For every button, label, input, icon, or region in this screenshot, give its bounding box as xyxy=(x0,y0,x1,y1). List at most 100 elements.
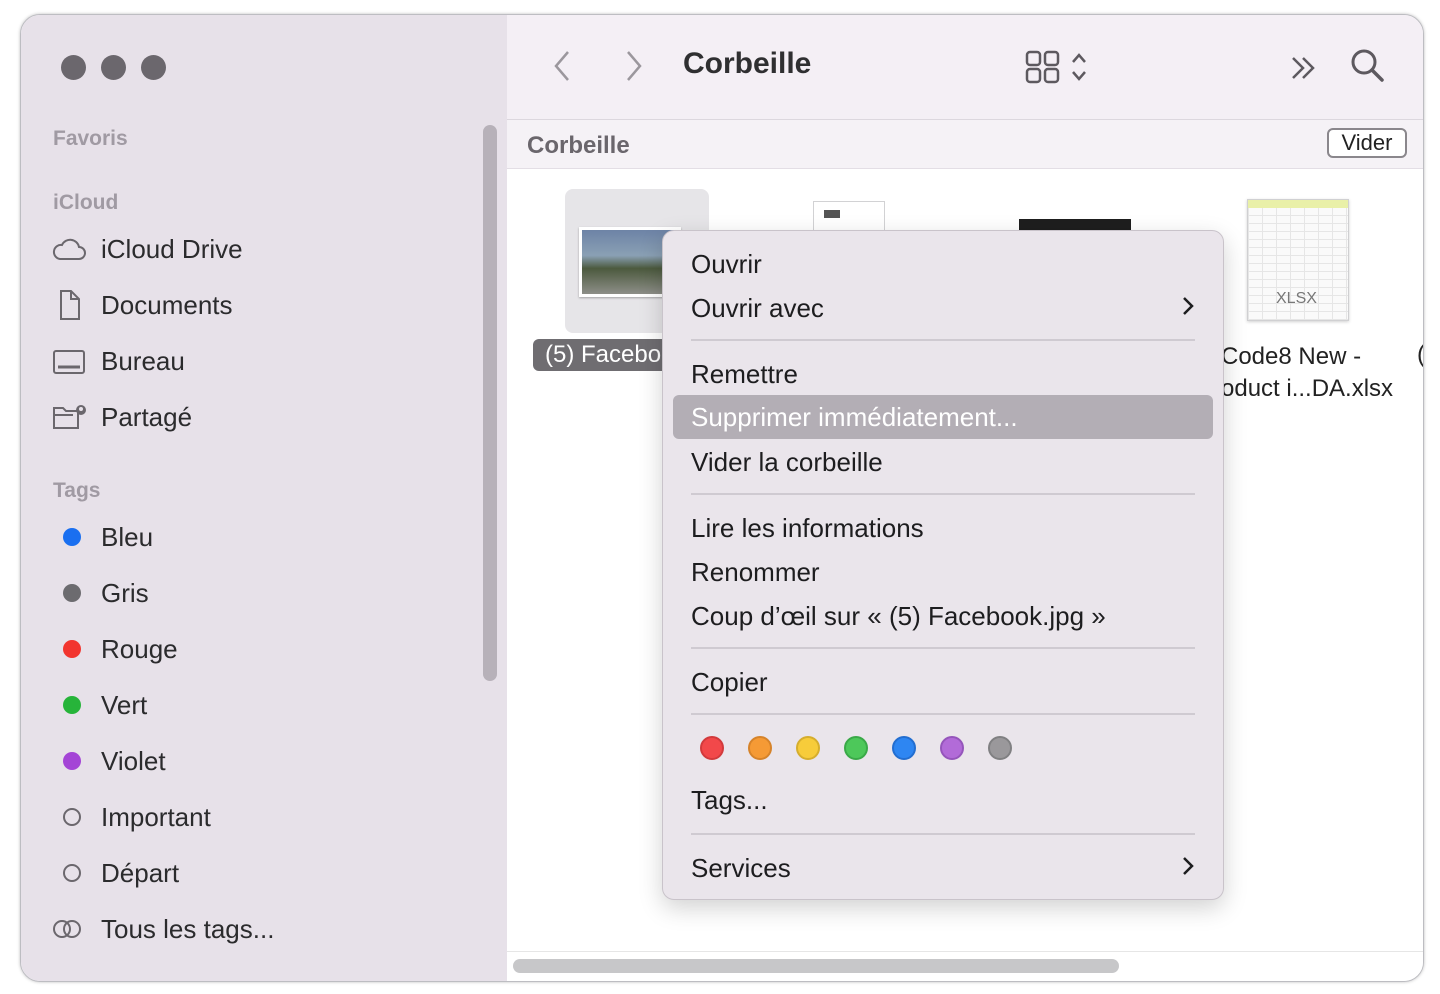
menu-separator xyxy=(691,493,1195,495)
menu-item-label: Lire les informations xyxy=(691,512,924,543)
menu-separator xyxy=(691,339,1195,341)
sidebar-item-label: Vert xyxy=(101,689,148,720)
horizontal-scrollbar[interactable] xyxy=(513,959,1119,973)
zoom-window-button[interactable] xyxy=(141,55,166,80)
sidebar-scrollbar[interactable] xyxy=(483,125,497,681)
menu-item-label: Supprimer immédiatement... xyxy=(691,401,1018,432)
menu-item-services[interactable]: Services xyxy=(691,848,1195,888)
menu-separator xyxy=(691,833,1195,835)
forward-button[interactable] xyxy=(621,49,647,83)
tag-orange-button[interactable] xyxy=(748,736,772,760)
all-tags-icon xyxy=(51,917,91,941)
location-title: Corbeille xyxy=(527,132,630,159)
menu-item-rename[interactable]: Renommer xyxy=(691,552,1195,592)
close-window-button[interactable] xyxy=(61,55,86,80)
sidebar-item-label: Bleu xyxy=(101,521,154,552)
menu-item-label: Vider la corbeille xyxy=(691,446,883,477)
sidebar-item-label: Départ xyxy=(101,857,180,888)
menu-item-open[interactable]: Ouvrir xyxy=(691,244,1195,284)
document-icon xyxy=(51,289,91,321)
tag-green-button[interactable] xyxy=(844,736,868,760)
back-button[interactable] xyxy=(549,49,575,83)
sidebar-item-label: Tous les tags... xyxy=(101,913,275,944)
sidebar-item-icloud-drive[interactable]: iCloud Drive xyxy=(51,229,243,269)
grid-view-icon xyxy=(1025,50,1060,84)
view-mode-button[interactable] xyxy=(1021,49,1093,85)
sidebar-tag-gris[interactable]: Gris xyxy=(51,573,149,613)
sidebar-section-tags[interactable]: Tags xyxy=(53,479,100,503)
search-button[interactable] xyxy=(1349,47,1385,83)
sidebar-item-label: Gris xyxy=(101,577,149,608)
sidebar-all-tags[interactable]: Tous les tags... xyxy=(51,909,274,949)
shared-folder-icon xyxy=(51,402,91,432)
tag-gray-button[interactable] xyxy=(988,736,1012,760)
cloud-icon xyxy=(51,235,91,263)
menu-item-copy[interactable]: Copier xyxy=(691,662,1195,702)
menu-separator xyxy=(691,713,1195,715)
sidebar-item-label: Violet xyxy=(101,745,166,776)
sidebar-item-label: iCloud Drive xyxy=(101,233,243,264)
menu-item-label: Services xyxy=(691,852,791,883)
tag-yellow-button[interactable] xyxy=(796,736,820,760)
toolbar: Corbeille xyxy=(507,15,1423,120)
sidebar-tag-depart[interactable]: Départ xyxy=(51,853,179,893)
file-type-badge: XLSX xyxy=(1276,290,1317,307)
tag-blue-button[interactable] xyxy=(892,736,916,760)
chevron-left-icon xyxy=(554,51,569,81)
menu-item-label: Ouvrir avec xyxy=(691,292,824,323)
tag-color-dot xyxy=(63,696,81,714)
tag-purple-button[interactable] xyxy=(940,736,964,760)
sidebar-item-label: Bureau xyxy=(101,345,185,376)
sidebar-item-label: Important xyxy=(101,801,211,832)
tag-empty-circle-icon xyxy=(63,808,81,826)
xlsx-file-icon: XLSX xyxy=(1247,199,1349,321)
menu-item-put-back[interactable]: Remettre xyxy=(691,354,1195,394)
desktop-icon xyxy=(51,347,91,375)
location-bar: Corbeille Vider xyxy=(507,120,1423,169)
tag-color-dot xyxy=(63,528,81,546)
menu-item-label: Coup d’œil sur « (5) Facebook.jpg » xyxy=(691,600,1106,631)
menu-item-empty-trash[interactable]: Vider la corbeille xyxy=(691,442,1195,482)
menu-item-label: Tags... xyxy=(691,784,768,815)
minimize-window-button[interactable] xyxy=(101,55,126,80)
sidebar-tag-vert[interactable]: Vert xyxy=(51,685,147,725)
menu-item-open-with[interactable]: Ouvrir avec xyxy=(691,288,1195,328)
tag-color-dot xyxy=(63,584,81,602)
menu-item-label: Ouvrir xyxy=(691,248,762,279)
file-name-label: oduct i...DA.xlsx xyxy=(1221,375,1394,402)
chevron-right-icon xyxy=(1181,853,1195,884)
menu-item-delete-immediately[interactable]: Supprimer immédiatement... xyxy=(673,395,1213,439)
sidebar-item-label: Partagé xyxy=(101,401,193,432)
horizontal-scroll-track xyxy=(507,951,1423,952)
sidebar: Favoris iCloud iCloud Drive Documents Bu… xyxy=(21,15,508,981)
menu-item-quick-look[interactable]: Coup d’œil sur « (5) Facebook.jpg » xyxy=(691,596,1195,636)
sidebar-item-label: Documents xyxy=(101,289,233,320)
file-name-label: Code8 New - xyxy=(1221,343,1362,370)
sidebar-tag-bleu[interactable]: Bleu xyxy=(51,517,153,557)
tag-red-button[interactable] xyxy=(700,736,724,760)
chevron-right-icon xyxy=(627,51,642,81)
sidebar-section-icloud[interactable]: iCloud xyxy=(53,191,118,215)
window-title: Corbeille xyxy=(683,47,812,80)
tag-color-dot xyxy=(63,640,81,658)
file-name-label: (5) Facebo xyxy=(533,339,674,371)
sidebar-section-favoris[interactable]: Favoris xyxy=(53,127,128,151)
menu-item-tags[interactable]: Tags... xyxy=(691,780,1195,820)
menu-item-label: Remettre xyxy=(691,358,798,389)
sidebar-tag-important[interactable]: Important xyxy=(51,797,211,837)
double-chevron-right-icon xyxy=(1292,57,1315,79)
tag-empty-circle-icon xyxy=(63,864,81,882)
context-menu: Ouvrir Ouvrir avec Remettre Supprimer im… xyxy=(662,230,1224,900)
more-toolbar-button[interactable] xyxy=(1289,53,1319,83)
file-item-partial[interactable]: ( xyxy=(1417,341,1423,369)
empty-trash-button[interactable]: Vider xyxy=(1327,128,1407,158)
sidebar-item-documents[interactable]: Documents xyxy=(51,285,233,325)
menu-item-get-info[interactable]: Lire les informations xyxy=(691,508,1195,548)
sidebar-item-bureau[interactable]: Bureau xyxy=(51,341,185,381)
chevron-right-icon xyxy=(1181,293,1195,324)
up-down-chevron-icon xyxy=(1072,53,1086,81)
sidebar-tag-rouge[interactable]: Rouge xyxy=(51,629,178,669)
sidebar-item-partage[interactable]: Partagé xyxy=(51,397,192,437)
sidebar-tag-violet[interactable]: Violet xyxy=(51,741,166,781)
menu-separator xyxy=(691,647,1195,649)
